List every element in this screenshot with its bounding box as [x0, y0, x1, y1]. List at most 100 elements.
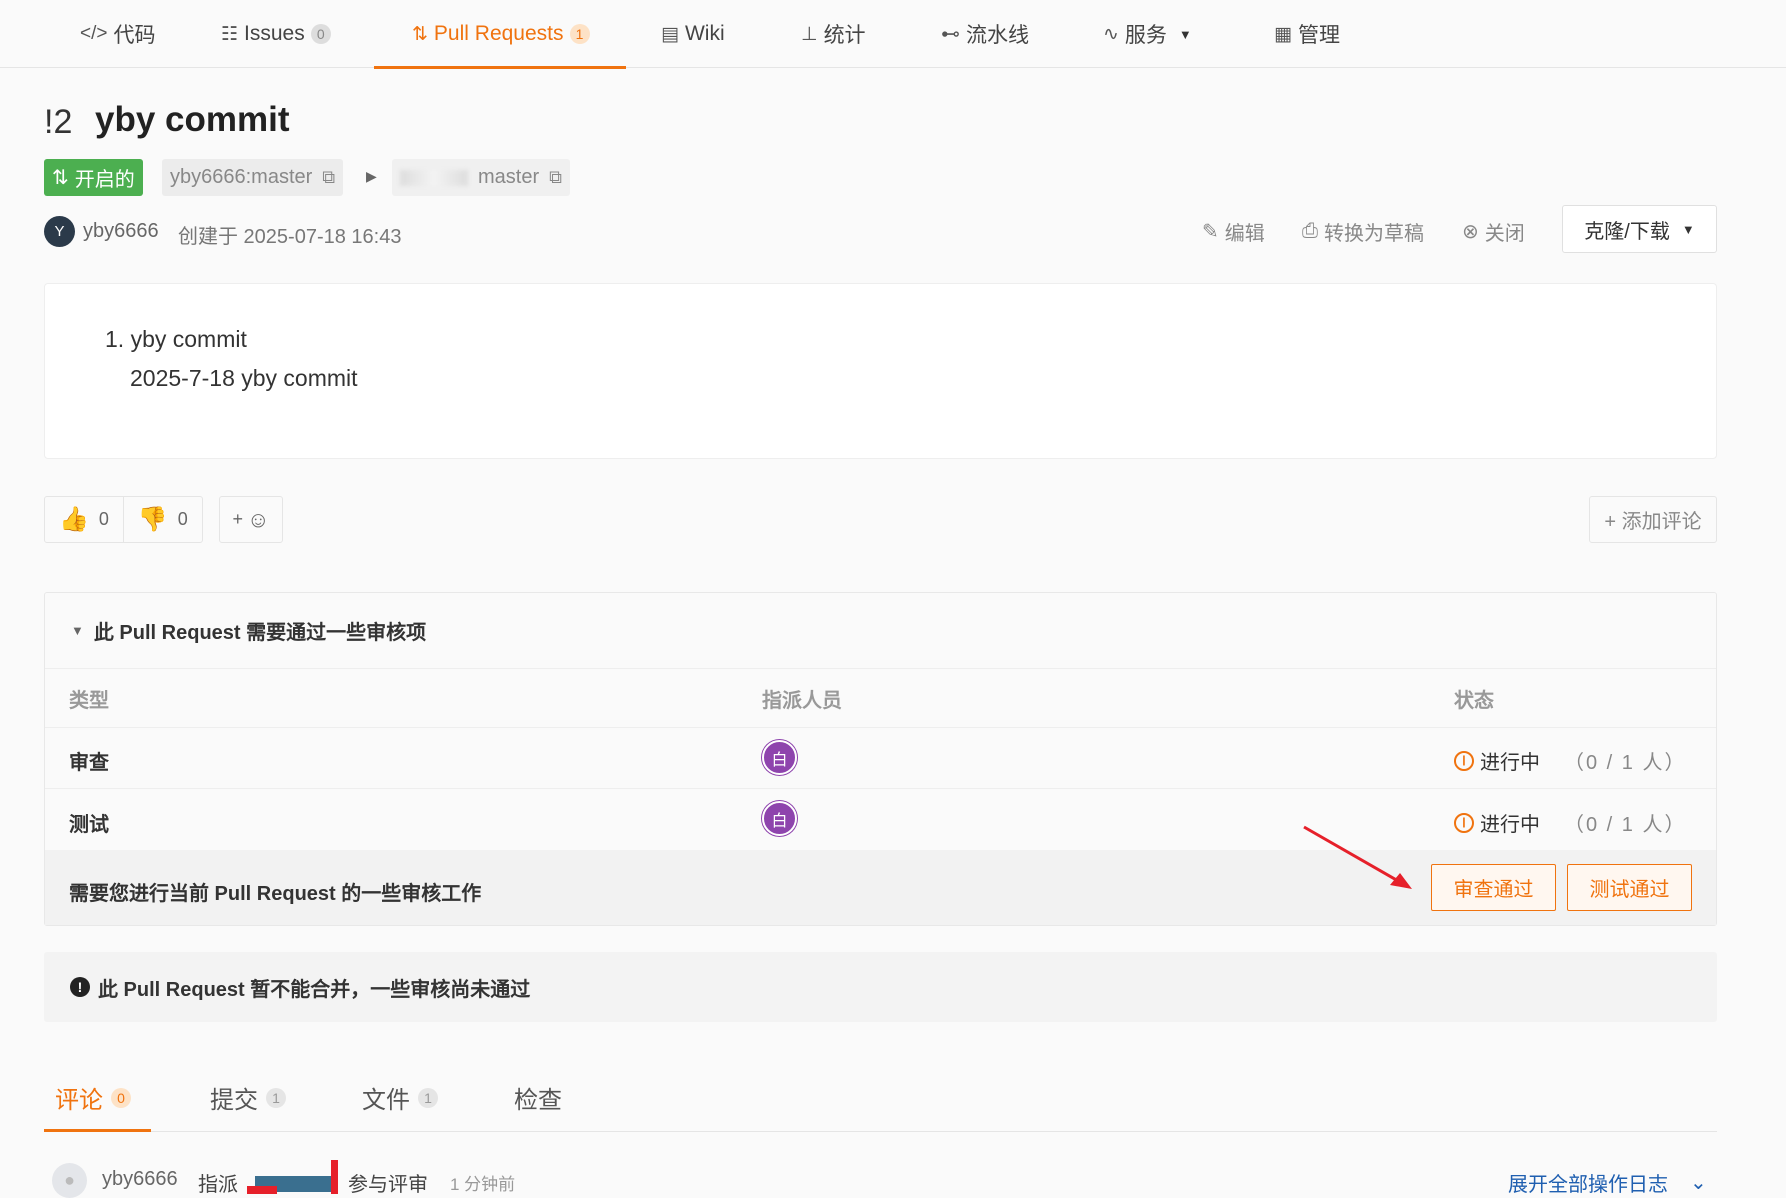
- description-line: 2025-7-18 yby commit: [130, 365, 358, 391]
- add-emoji-button[interactable]: + ☺: [219, 496, 283, 543]
- expand-log-link[interactable]: 展开全部操作日志 ⌄: [1508, 1168, 1707, 1197]
- pull-request-icon: ⇅: [412, 23, 428, 45]
- nav-tab-issues[interactable]: ☷ Issues 0: [221, 0, 331, 68]
- state-count: （0 / 1 人）: [1564, 752, 1687, 774]
- state-label: 进行中: [1480, 814, 1540, 836]
- tab-label: 检查: [514, 1087, 562, 1114]
- author-name[interactable]: yby6666: [83, 220, 159, 243]
- copy-icon[interactable]: ⧉: [549, 167, 562, 188]
- caret-down-icon: ▼: [1178, 26, 1192, 42]
- tab-label: 评论: [55, 1087, 103, 1114]
- thumbs-up-icon: 👍: [59, 506, 89, 533]
- clone-download-button[interactable]: 克隆/下载 ▼: [1562, 205, 1717, 253]
- source-branch-label: yby6666:master: [170, 166, 313, 188]
- nav-tab-pull-requests[interactable]: ⇅ Pull Requests 1: [374, 0, 625, 69]
- divider: [45, 788, 1716, 789]
- nav-tab-label: Pull Requests: [433, 22, 564, 45]
- arrow-right-icon: ▶: [366, 168, 377, 184]
- copy-icon[interactable]: ⧉: [322, 167, 335, 188]
- pr-number: !2: [44, 103, 73, 141]
- avatar[interactable]: 白: [762, 740, 797, 775]
- annotation-arrow: [1303, 825, 1412, 889]
- nav-tab-manage[interactable]: ▦ 管理: [1274, 0, 1340, 68]
- pulse-icon: ∿: [1103, 23, 1119, 45]
- tab-comments[interactable]: 评论 0: [55, 1080, 131, 1115]
- nav-tab-label: 服务: [1124, 24, 1167, 47]
- nav-tab-pipeline[interactable]: ⊷ 流水线: [941, 0, 1029, 68]
- active-tab-indicator: [44, 1129, 151, 1132]
- tab-count-badge: 0: [111, 1087, 131, 1108]
- nav-tab-label: Issues: [244, 22, 305, 45]
- approve-review-button[interactable]: 审查通过: [1431, 864, 1556, 911]
- close-label: 关闭: [1484, 223, 1525, 245]
- approve-test-button[interactable]: 测试通过: [1567, 864, 1692, 911]
- thumbs-up-count: 0: [98, 509, 109, 529]
- tab-count-badge: 1: [266, 1087, 286, 1108]
- nav-tab-services[interactable]: ∿ 服务 ▼: [1103, 0, 1192, 68]
- edit-button[interactable]: ✎ 编辑: [1202, 217, 1265, 246]
- tab-label: 提交: [210, 1087, 258, 1114]
- pr-description: 1. yby commit 2025-7-18 yby commit: [44, 283, 1717, 459]
- source-branch: yby6666:master ⧉: [162, 159, 344, 196]
- target-branch: master ⧉: [392, 159, 570, 196]
- nav-tab-code[interactable]: </> 代码: [80, 0, 155, 68]
- review-footer-text: 需要您进行当前 Pull Request 的一些审核工作: [69, 883, 482, 905]
- in-progress-icon: ❙: [1454, 812, 1474, 833]
- caret-down-icon: ▼: [71, 623, 84, 638]
- column-header-status: 状态: [1454, 690, 1494, 712]
- created-time: 创建于 2025-07-18 16:43: [178, 226, 402, 248]
- activity-user[interactable]: yby6666: [102, 1168, 178, 1191]
- settings-doc-icon: ▦: [1274, 23, 1292, 45]
- review-type: 审查: [69, 752, 109, 774]
- plus-label: +: [232, 509, 244, 529]
- convert-draft-label: 转换为草稿: [1324, 223, 1424, 245]
- thumbs-down-icon: 👎: [137, 506, 168, 533]
- merge-warning-text: 此 Pull Request 暂不能合并，一些审核尚未通过: [98, 978, 531, 1001]
- close-button[interactable]: ⊗ 关闭: [1462, 217, 1525, 246]
- review-state: ❙ 进行中 （0 / 1 人）: [1454, 746, 1686, 775]
- pull-request-icon: ⇅: [52, 167, 69, 189]
- divider: [45, 727, 1716, 728]
- review-header-label: 此 Pull Request 需要通过一些审核项: [93, 622, 427, 644]
- pr-title: yby commit: [95, 100, 290, 139]
- review-panel-header[interactable]: ▼ 此 Pull Request 需要通过一些审核项: [45, 593, 1716, 669]
- user-icon: ●: [64, 1170, 75, 1190]
- add-comment-button[interactable]: + 添加评论: [1589, 496, 1717, 543]
- activity-verb: 指派: [198, 1174, 238, 1196]
- tab-files[interactable]: 文件 1: [362, 1080, 438, 1115]
- thumbs-up-button[interactable]: 👍 0: [45, 497, 123, 542]
- redacted-mark: [247, 1160, 338, 1194]
- chevron-down-icon: ⌄: [1690, 1172, 1707, 1194]
- state-count: （0 / 1 人）: [1564, 814, 1687, 836]
- nav-tab-label: Wiki: [684, 22, 725, 45]
- alert-icon: !: [70, 977, 90, 997]
- nav-tab-label: 统计: [823, 24, 866, 47]
- redacted-owner: [400, 169, 468, 186]
- activity-time: 1 分钟前: [450, 1175, 516, 1194]
- description-line: 1. yby commit: [105, 326, 247, 352]
- nav-tab-wiki[interactable]: ▤ Wiki: [661, 0, 725, 68]
- convert-draft-button[interactable]: ⎙ 转换为草稿: [1302, 217, 1424, 246]
- issues-count-badge: 0: [310, 24, 331, 44]
- nav-tab-stats[interactable]: ⊥ 统计: [801, 0, 866, 68]
- column-header-assignee: 指派人员: [762, 690, 842, 712]
- state-label: 进行中: [1480, 752, 1540, 774]
- edit-icon: ✎: [1202, 221, 1219, 243]
- tab-label: 文件: [362, 1087, 410, 1114]
- nav-tab-label: 管理: [1297, 24, 1340, 47]
- activity-suffix: 参与评审: [348, 1174, 428, 1196]
- thumbs-down-button[interactable]: 👎 0: [122, 497, 202, 542]
- avatar[interactable]: 白: [762, 801, 797, 836]
- edit-label: 编辑: [1224, 223, 1265, 245]
- tab-checks[interactable]: 检查: [514, 1080, 562, 1115]
- pipeline-icon: ⊷: [941, 23, 960, 45]
- book-icon: ▤: [661, 23, 679, 45]
- nav-tab-label: 代码: [113, 24, 156, 47]
- avatar[interactable]: ●: [52, 1163, 87, 1198]
- issues-icon: ☷: [221, 23, 239, 45]
- caret-down-icon: ▼: [1681, 221, 1695, 237]
- avatar[interactable]: Y: [44, 216, 75, 247]
- smiley-icon: ☺: [247, 506, 270, 532]
- clone-label: 克隆/下载: [1584, 220, 1670, 243]
- tab-commits[interactable]: 提交 1: [210, 1080, 286, 1115]
